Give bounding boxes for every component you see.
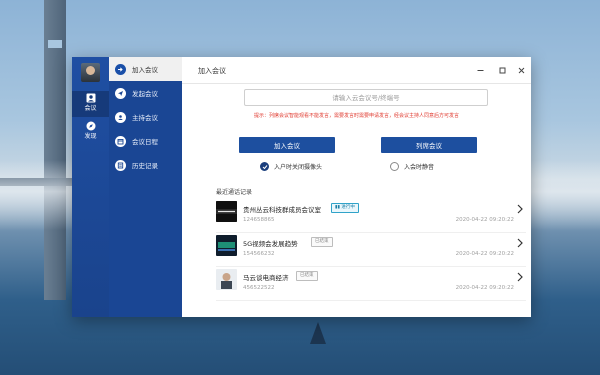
status-badge: 已结束 <box>296 271 318 281</box>
maximize-button[interactable] <box>496 64 508 76</box>
enter-icon <box>115 63 126 75</box>
mute-checkbox[interactable] <box>390 162 399 171</box>
send-icon <box>115 87 126 99</box>
meeting-name: 贵州丛云科技群成员会议室 <box>243 206 321 214</box>
meeting-id: 124658865 <box>243 217 275 223</box>
join-meeting-button[interactable]: 加入会议 <box>239 137 335 153</box>
recent-calls-title: 最近通话记录 <box>216 189 253 196</box>
function-menu: 加入会议 发起会议 主持会议 会议日程 历史记录 <box>109 57 182 317</box>
menu-item-start[interactable]: 发起会议 <box>109 81 182 105</box>
mute-option[interactable]: 入会时静音 <box>390 162 434 171</box>
rail-item-discover[interactable]: 发现 <box>72 119 109 145</box>
status-badge: 已结束 <box>311 237 333 247</box>
meeting-name: 马云谈电商经济 <box>243 274 289 282</box>
meeting-thumbnail <box>216 269 237 290</box>
menu-label-host: 主持会议 <box>132 114 158 122</box>
rail-item-meeting[interactable]: 会议 <box>72 91 109 117</box>
meeting-id: 154566232 <box>243 251 275 257</box>
mute-label: 入会时静音 <box>404 164 435 171</box>
menu-label-start: 发起会议 <box>132 90 158 98</box>
page-title: 加入会议 <box>198 67 226 75</box>
chevron-right-icon <box>517 204 523 214</box>
meeting-time: 2020-04-22 09:20:22 <box>455 251 514 257</box>
maximize-icon <box>499 67 505 73</box>
join-panel: 加入会议 提示：列席会议智能观看不能发言，需要发言时需要申请发言，经会议主持人同… <box>182 57 531 317</box>
menu-item-join[interactable]: 加入会议 <box>109 57 182 81</box>
meeting-name: 5G视频会发展趋势 <box>243 240 298 248</box>
history-icon <box>115 159 126 171</box>
rail-label-discover: 发现 <box>84 133 97 140</box>
meeting-time: 2020-04-22 09:20:22 <box>455 285 514 291</box>
title-bar: 加入会议 <box>182 57 531 83</box>
recent-call-row[interactable]: 贵州丛云科技群成员会议室 ▮▮ 进行中 124658865 2020-04-22… <box>216 199 526 233</box>
chevron-right-icon <box>517 238 523 248</box>
menu-label-schedule: 会议日程 <box>132 138 158 146</box>
menu-label-history: 历史记录 <box>132 162 158 170</box>
camera-off-option[interactable]: 入户时关闭摄像头 <box>260 162 322 171</box>
nav-rail: 会议 发现 <box>72 57 109 317</box>
app-window: 会议 发现 加入会议 发起会议 主持会议 会议日程 历史记录 加入会议 请输入云… <box>72 57 531 317</box>
menu-label-join: 加入会议 <box>132 66 158 74</box>
attend-hint: 提示：列席会议智能观看不能发言，需要发言时需要申请发言，经会议主持人同意后方可发… <box>253 113 459 119</box>
recent-call-row[interactable]: 马云谈电商经济 已结束 456522522 2020-04-22 09:20:2… <box>216 267 526 301</box>
meeting-thumbnail <box>216 201 237 222</box>
camera-off-label: 入户时关闭摄像头 <box>274 164 323 171</box>
recent-call-row[interactable]: 5G视频会发展趋势 已结束 154566232 2020-04-22 09:20… <box>216 233 526 267</box>
minimize-icon <box>477 69 483 71</box>
compass-icon <box>86 121 95 131</box>
wallpaper-bridge <box>44 0 66 300</box>
person-icon <box>86 93 95 103</box>
title-divider <box>182 83 531 84</box>
minimize-button[interactable] <box>474 64 486 76</box>
close-button[interactable] <box>515 64 527 76</box>
rail-label-meeting: 会议 <box>84 105 97 112</box>
menu-item-host[interactable]: 主持会议 <box>109 105 182 129</box>
menu-item-history[interactable]: 历史记录 <box>109 153 182 177</box>
attend-meeting-button[interactable]: 列席会议 <box>381 137 477 153</box>
host-icon <box>115 111 126 123</box>
avatar[interactable] <box>81 63 100 82</box>
meeting-time: 2020-04-22 09:20:22 <box>455 217 514 223</box>
camera-off-checkbox[interactable] <box>260 162 269 171</box>
close-icon <box>518 67 524 73</box>
menu-item-schedule[interactable]: 会议日程 <box>109 129 182 153</box>
meeting-id-input[interactable] <box>244 89 488 106</box>
meeting-thumbnail <box>216 235 237 256</box>
chevron-right-icon <box>517 272 523 282</box>
check-icon <box>262 164 267 169</box>
status-badge: ▮▮ 进行中 <box>331 203 359 213</box>
wallpaper-sailboat <box>310 322 326 344</box>
meeting-id: 456522522 <box>243 285 275 291</box>
calendar-icon <box>115 135 126 147</box>
